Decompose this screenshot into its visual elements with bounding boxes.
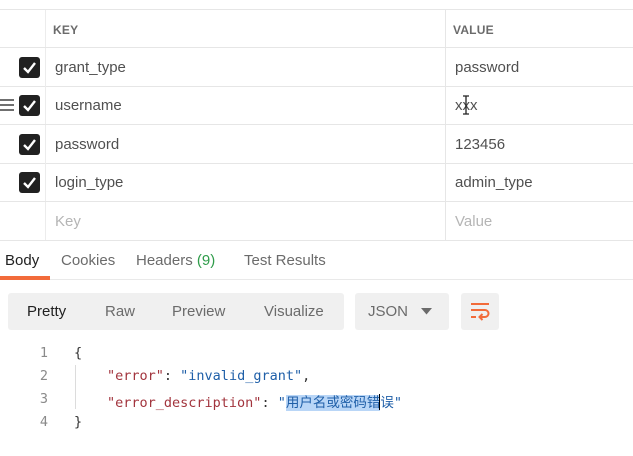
code-line: 2 "error": "invalid_grant", bbox=[0, 365, 633, 387]
response-body-viewer[interactable]: 1 { 2 "error": "invalid_grant", 3 "error… bbox=[0, 342, 633, 442]
tab-body[interactable]: Body bbox=[5, 252, 39, 269]
param-row[interactable]: login_type admin_type bbox=[0, 163, 633, 202]
checkmark-icon bbox=[23, 139, 36, 151]
param-key[interactable]: username bbox=[55, 97, 122, 114]
param-value[interactable]: 123456 bbox=[455, 136, 505, 153]
param-enabled-checkbox[interactable] bbox=[19, 172, 40, 193]
param-value[interactable]: password bbox=[455, 59, 519, 76]
column-divider bbox=[445, 125, 446, 163]
view-mode-selector: Pretty Raw Preview Visualize bbox=[8, 293, 344, 330]
new-param-row[interactable]: Key Value bbox=[0, 202, 633, 241]
mode-pretty-button[interactable]: Pretty bbox=[27, 303, 66, 320]
code-line: 3 "error_description": "用户名或密码错误" bbox=[0, 388, 633, 411]
param-enabled-checkbox[interactable] bbox=[19, 57, 40, 78]
column-divider bbox=[45, 86, 46, 124]
line-number: 4 bbox=[39, 414, 48, 430]
code-line: 4 } bbox=[0, 411, 633, 433]
json-string-rest: 误 bbox=[380, 395, 394, 411]
key-column-header: KEY bbox=[53, 23, 79, 37]
column-divider bbox=[45, 125, 46, 163]
json-entry: "error_description": "用户名或密码错误" bbox=[107, 391, 402, 411]
close-brace: } bbox=[74, 414, 83, 430]
format-dropdown[interactable]: JSON bbox=[355, 293, 449, 330]
wrap-lines-button[interactable] bbox=[461, 293, 499, 330]
column-divider bbox=[45, 202, 46, 240]
line-number: 3 bbox=[39, 391, 48, 407]
json-quote: " bbox=[393, 395, 402, 411]
column-divider bbox=[45, 10, 46, 47]
json-key: "error" bbox=[107, 368, 164, 384]
column-divider bbox=[445, 202, 446, 240]
mode-visualize-button[interactable]: Visualize bbox=[264, 303, 324, 320]
code-line: 1 { bbox=[0, 342, 633, 364]
column-divider bbox=[45, 48, 46, 86]
column-divider bbox=[445, 10, 446, 47]
tab-test-results[interactable]: Test Results bbox=[244, 252, 326, 269]
param-enabled-checkbox[interactable] bbox=[19, 134, 40, 155]
headers-count-badge: (9) bbox=[196, 252, 216, 269]
open-brace: { bbox=[74, 345, 83, 361]
checkmark-icon bbox=[23, 177, 36, 189]
json-string-value: "invalid_grant" bbox=[180, 368, 303, 384]
param-row[interactable]: grant_type password bbox=[0, 48, 633, 87]
wrap-lines-icon bbox=[471, 303, 490, 321]
checkmark-icon bbox=[23, 62, 36, 74]
text-cursor-icon bbox=[463, 95, 469, 115]
tab-cookies[interactable]: Cookies bbox=[61, 252, 115, 269]
param-row[interactable]: username xxx bbox=[0, 86, 633, 125]
column-divider bbox=[45, 163, 46, 201]
json-colon: : bbox=[163, 368, 181, 384]
param-key[interactable]: grant_type bbox=[55, 59, 126, 76]
tab-headers[interactable]: Headers (9) bbox=[136, 252, 215, 269]
tab-headers-label: Headers bbox=[136, 252, 193, 269]
line-number: 1 bbox=[39, 345, 48, 361]
json-quote: " bbox=[277, 395, 286, 411]
column-divider bbox=[445, 86, 446, 124]
mode-preview-button[interactable]: Preview bbox=[172, 303, 225, 320]
mode-raw-button[interactable]: Raw bbox=[105, 303, 135, 320]
active-tab-indicator bbox=[0, 276, 50, 280]
drag-handle-icon[interactable] bbox=[0, 99, 14, 111]
indent-guide bbox=[75, 365, 76, 409]
param-value[interactable]: admin_type bbox=[455, 174, 533, 191]
line-number: 2 bbox=[39, 368, 48, 384]
checkmark-icon bbox=[23, 100, 36, 112]
column-divider bbox=[445, 163, 446, 201]
param-row[interactable]: password 123456 bbox=[0, 125, 633, 164]
new-key-input[interactable]: Key bbox=[55, 213, 81, 230]
json-comma: , bbox=[302, 368, 311, 384]
param-key[interactable]: login_type bbox=[55, 174, 123, 191]
chevron-down-icon bbox=[421, 308, 432, 315]
param-enabled-checkbox[interactable] bbox=[19, 95, 40, 116]
param-key[interactable]: password bbox=[55, 136, 119, 153]
selected-text: 用户名或密码错 bbox=[285, 395, 381, 411]
params-header-row: KEY VALUE bbox=[0, 9, 633, 48]
response-tabs: Body Cookies Headers (9) Test Results bbox=[0, 240, 633, 280]
json-entry: "error": "invalid_grant", bbox=[107, 368, 310, 384]
json-colon: : bbox=[261, 395, 278, 411]
new-value-input[interactable]: Value bbox=[455, 213, 492, 230]
json-key: "error_description" bbox=[107, 395, 262, 411]
format-dropdown-value: JSON bbox=[368, 303, 409, 320]
column-divider bbox=[445, 48, 446, 86]
value-column-header: VALUE bbox=[453, 23, 494, 37]
